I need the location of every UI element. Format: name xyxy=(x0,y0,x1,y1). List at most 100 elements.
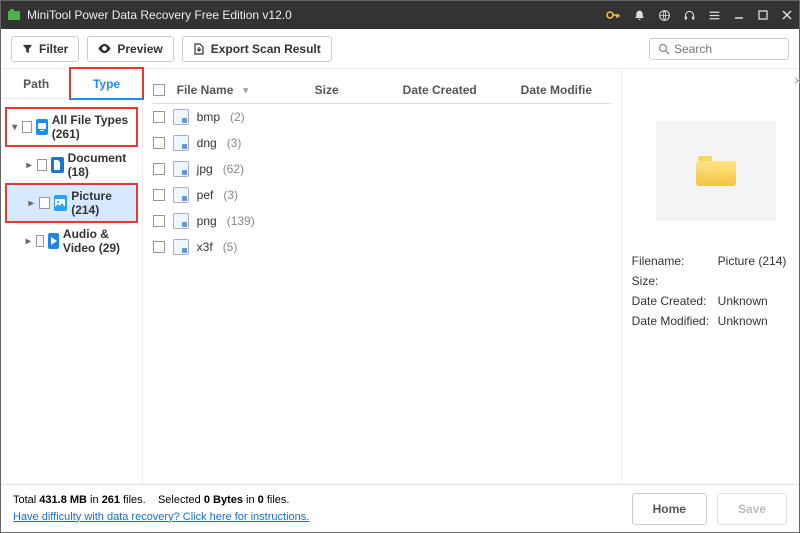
tree-item-picture[interactable]: ▸ Picture (214) xyxy=(5,183,138,223)
save-button[interactable]: Save xyxy=(717,493,787,525)
search-box[interactable] xyxy=(649,38,789,60)
globe-icon[interactable] xyxy=(658,9,671,22)
file-name: pef xyxy=(197,188,214,202)
help-link[interactable]: Have difficulty with data recovery? Clic… xyxy=(13,511,309,523)
checkbox[interactable] xyxy=(22,121,31,133)
checkbox[interactable] xyxy=(36,235,45,247)
checkbox[interactable] xyxy=(39,197,49,209)
meta-filename-value: Picture (214) xyxy=(718,254,787,268)
meta-created-value: Unknown xyxy=(718,294,768,308)
main-panel: File Name▾ Size Date Created Date Modifi… xyxy=(143,69,800,484)
tree-item-document[interactable]: ▸ Document (18) xyxy=(5,147,138,183)
home-button[interactable]: Home xyxy=(632,493,707,525)
file-name: png xyxy=(197,214,217,228)
file-row[interactable]: bmp(2) xyxy=(153,104,611,130)
file-row[interactable]: dng(3) xyxy=(153,130,611,156)
filter-icon xyxy=(22,43,33,54)
tree-item-label: Picture (214) xyxy=(71,189,131,217)
app-logo-icon xyxy=(7,8,21,22)
preview-thumbnail xyxy=(656,121,776,221)
tree-item-label: Document (18) xyxy=(68,151,134,179)
chevron-down-icon[interactable]: ▾ xyxy=(11,122,18,133)
file-row[interactable]: x3f(5) xyxy=(153,234,611,260)
checkbox[interactable] xyxy=(37,159,47,171)
row-checkbox[interactable] xyxy=(153,215,165,227)
play-icon xyxy=(48,233,59,249)
close-icon[interactable] xyxy=(781,9,793,21)
row-checkbox[interactable] xyxy=(153,163,165,175)
bell-icon[interactable] xyxy=(633,9,646,22)
titlebar: MiniTool Power Data Recovery Free Editio… xyxy=(1,1,799,29)
sidebar-tabs: Path Type xyxy=(1,69,142,99)
export-button[interactable]: Export Scan Result xyxy=(182,36,332,62)
picture-icon xyxy=(54,195,67,211)
file-count: (3) xyxy=(227,136,242,150)
tree-item-label: Audio & Video (29) xyxy=(63,227,134,255)
tab-path[interactable]: Path xyxy=(1,69,71,98)
file-count: (5) xyxy=(223,240,238,254)
row-checkbox[interactable] xyxy=(153,137,165,149)
details-panel: × Filename:Picture (214) Size: Date Crea… xyxy=(621,69,800,484)
headphones-icon[interactable] xyxy=(683,9,696,22)
chevron-right-icon[interactable]: ▸ xyxy=(25,160,33,171)
menu-icon[interactable] xyxy=(708,9,721,22)
folder-icon xyxy=(696,156,736,186)
header-checkbox[interactable] xyxy=(153,84,165,96)
meta-created-label: Date Created: xyxy=(632,294,718,308)
eye-icon xyxy=(98,43,111,54)
col-date-created[interactable]: Date Created xyxy=(403,83,513,97)
row-checkbox[interactable] xyxy=(153,241,165,253)
filter-label: Filter xyxy=(39,42,68,56)
app-window: MiniTool Power Data Recovery Free Editio… xyxy=(0,0,800,533)
row-checkbox[interactable] xyxy=(153,189,165,201)
tree-item-audiovideo[interactable]: ▸ Audio & Video (29) xyxy=(5,223,138,259)
document-icon xyxy=(51,157,64,173)
monitor-icon xyxy=(36,119,48,135)
search-icon xyxy=(658,43,670,55)
column-header: File Name▾ Size Date Created Date Modifi… xyxy=(153,77,611,104)
sort-icon: ▾ xyxy=(243,85,248,96)
export-label: Export Scan Result xyxy=(211,42,321,56)
file-name: bmp xyxy=(197,110,220,124)
footer: Total 431.8 MB in 261 files. Selected 0 … xyxy=(1,484,799,532)
tree-root[interactable]: ▾ All File Types (261) xyxy=(5,107,138,147)
key-icon[interactable] xyxy=(605,7,621,23)
titlebar-actions xyxy=(605,7,793,23)
file-count: (139) xyxy=(227,214,255,228)
folder-type-icon xyxy=(173,135,189,151)
col-date-modified[interactable]: Date Modifie xyxy=(521,83,611,97)
file-list: File Name▾ Size Date Created Date Modifi… xyxy=(143,69,621,484)
row-checkbox[interactable] xyxy=(153,111,165,123)
close-details-icon[interactable]: × xyxy=(793,73,800,91)
folder-type-icon xyxy=(173,213,189,229)
export-icon xyxy=(193,43,205,55)
col-size[interactable]: Size xyxy=(315,83,395,97)
col-filename[interactable]: File Name▾ xyxy=(177,83,307,97)
file-row[interactable]: jpg (62) xyxy=(153,156,611,182)
toolbar: Filter Preview Export Scan Result xyxy=(1,29,799,69)
chevron-right-icon[interactable]: ▸ xyxy=(25,236,32,247)
file-row[interactable]: png (139) xyxy=(153,208,611,234)
folder-type-icon xyxy=(173,161,189,177)
preview-button[interactable]: Preview xyxy=(87,36,173,62)
footer-summary: Total 431.8 MB in 261 files. Selected 0 … xyxy=(13,492,309,525)
folder-type-icon xyxy=(173,239,189,255)
minimize-icon[interactable] xyxy=(733,9,745,21)
tree-root-label: All File Types (261) xyxy=(52,113,132,141)
search-input[interactable] xyxy=(674,42,780,56)
folder-type-icon xyxy=(173,187,189,203)
meta-size-label: Size: xyxy=(632,274,718,288)
chevron-right-icon[interactable]: ▸ xyxy=(27,198,35,209)
file-name: jpg xyxy=(197,162,213,176)
meta-filename-label: Filename: xyxy=(632,254,718,268)
tab-type[interactable]: Type xyxy=(69,67,143,100)
file-tree: ▾ All File Types (261) ▸ Document (18) ▸… xyxy=(1,99,142,267)
folder-type-icon xyxy=(173,109,189,125)
meta-modified-value: Unknown xyxy=(718,314,768,328)
filter-button[interactable]: Filter xyxy=(11,36,79,62)
file-row[interactable]: pef(3) xyxy=(153,182,611,208)
sidebar: Path Type ▾ All File Types (261) ▸ Docum… xyxy=(1,69,143,484)
meta-modified-label: Date Modified: xyxy=(632,314,718,328)
maximize-icon[interactable] xyxy=(757,9,769,21)
file-count: (62) xyxy=(223,162,244,176)
